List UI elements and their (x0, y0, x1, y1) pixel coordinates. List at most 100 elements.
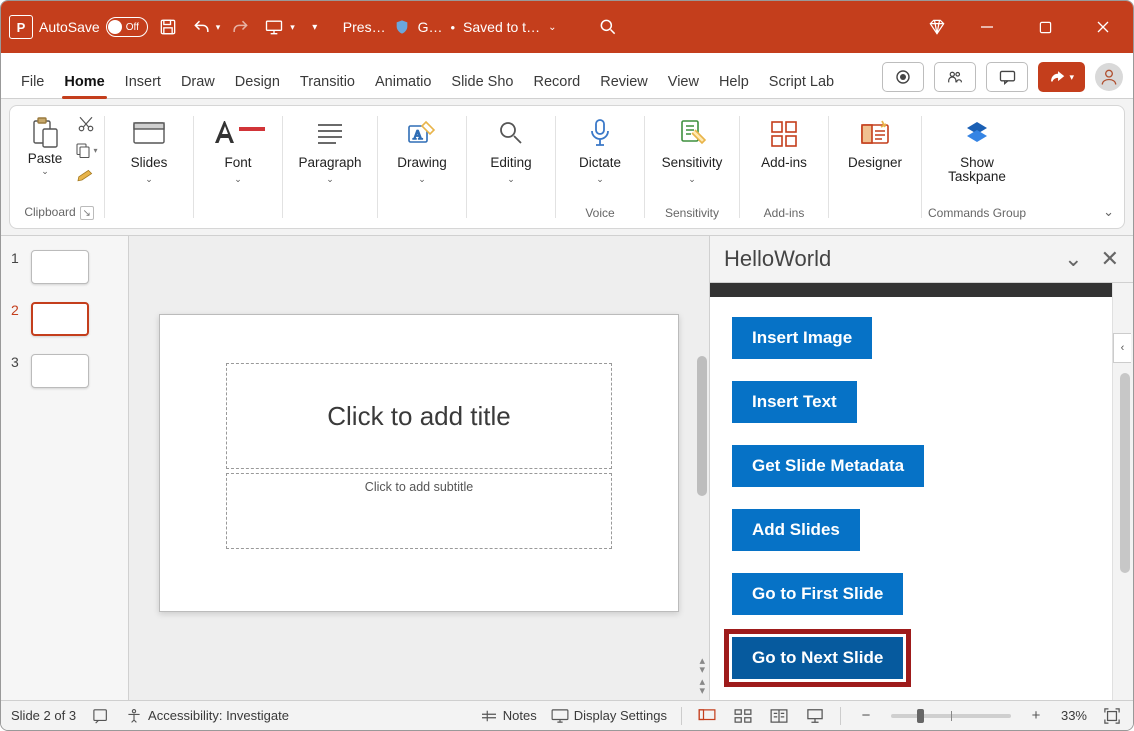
editor-scrollbar[interactable] (697, 356, 707, 496)
view-slideshow-icon[interactable] (804, 707, 826, 725)
view-normal-icon[interactable] (696, 707, 718, 725)
taskpane: HelloWorld ⌄ ✕ Insert Image Insert Text … (709, 236, 1133, 700)
ribbon-collapse-icon[interactable]: ⌄ (1103, 204, 1114, 220)
close-button[interactable] (1081, 11, 1125, 43)
insert-text-button[interactable]: Insert Text (732, 381, 857, 423)
maximize-button[interactable] (1023, 11, 1067, 43)
taskpane-collapse-icon[interactable]: ‹ (1113, 333, 1131, 363)
editing-button[interactable]: Editing⌄ (473, 112, 549, 189)
addins-button[interactable]: Add-ins (746, 112, 822, 174)
save-status-caret-icon[interactable]: ⌄ (548, 22, 556, 33)
tab-draw[interactable]: Draw (171, 64, 225, 98)
tab-animations[interactable]: Animatio (365, 64, 441, 98)
slides-button[interactable]: Slides⌄ (111, 112, 187, 189)
insert-image-button[interactable]: Insert Image (732, 317, 872, 359)
paragraph-label: Paragraph (298, 156, 361, 170)
notes-button[interactable]: Notes (480, 708, 537, 723)
tab-record[interactable]: Record (523, 64, 590, 98)
thumb-3-number: 3 (11, 354, 21, 370)
sensitivity-button[interactable]: Sensitivity⌄ (651, 112, 733, 189)
view-reading-icon[interactable] (768, 707, 790, 725)
clipboard-dialog-launcher[interactable]: ↘ (80, 206, 94, 220)
undo-icon[interactable] (188, 13, 216, 41)
minimize-button[interactable] (965, 11, 1009, 43)
tab-view[interactable]: View (658, 64, 709, 98)
share-button[interactable]: ▾ (1038, 62, 1085, 92)
workspace: 1 2 3 Click to add title Click to add su… (1, 235, 1133, 700)
sensitivity-shield-icon[interactable] (394, 19, 410, 35)
dictate-label: Dictate (579, 156, 621, 170)
zoom-out-icon[interactable]: − (855, 707, 877, 725)
tab-home[interactable]: Home (54, 64, 114, 98)
get-slide-metadata-button[interactable]: Get Slide Metadata (732, 445, 924, 487)
taskpane-scrollbar[interactable] (1120, 373, 1130, 573)
designer-button[interactable]: Designer (835, 112, 915, 174)
tab-transitions[interactable]: Transitio (290, 64, 365, 98)
title-placeholder[interactable]: Click to add title (226, 363, 612, 469)
present-from-beginning-icon[interactable] (260, 13, 288, 41)
tab-review[interactable]: Review (590, 64, 658, 98)
teams-present-button[interactable] (934, 62, 976, 92)
cut-icon[interactable] (74, 114, 98, 134)
drawing-button[interactable]: A Drawing⌄ (384, 112, 460, 189)
tab-insert[interactable]: Insert (115, 64, 171, 98)
thumb-2[interactable]: 2 (11, 302, 118, 336)
present-caret-icon[interactable]: ▾ (290, 22, 295, 33)
account-avatar[interactable] (1095, 63, 1123, 91)
tab-slideshow[interactable]: Slide Sho (441, 64, 523, 98)
recording-button[interactable] (882, 62, 924, 92)
show-taskpane-button[interactable]: ShowTaskpane (933, 112, 1021, 188)
go-to-next-slide-button[interactable]: Go to Next Slide (732, 637, 903, 679)
save-status[interactable]: Saved to t… (463, 19, 540, 35)
subtitle-placeholder[interactable]: Click to add subtitle (226, 473, 612, 549)
qat-customize-icon[interactable]: ▾ (301, 13, 329, 41)
tab-help[interactable]: Help (709, 64, 759, 98)
accessibility-status[interactable]: Accessibility: Investigate (126, 708, 289, 724)
search-icon[interactable] (594, 13, 622, 41)
tab-design[interactable]: Design (225, 64, 290, 98)
premium-diamond-icon[interactable] (923, 13, 951, 41)
slide-editor[interactable]: Click to add title Click to add subtitle… (129, 236, 709, 700)
tab-file[interactable]: File (11, 64, 54, 98)
taskpane-close-icon[interactable]: ✕ (1101, 246, 1119, 272)
addins-group-label: Add-ins (764, 206, 805, 222)
status-bar: Slide 2 of 3 Accessibility: Investigate … (1, 700, 1133, 730)
zoom-percent[interactable]: 33% (1061, 708, 1087, 723)
language-icon[interactable] (90, 707, 112, 725)
copy-icon[interactable]: ▾ (74, 140, 98, 160)
editing-label: Editing (490, 156, 531, 170)
view-sorter-icon[interactable] (732, 707, 754, 725)
paste-button[interactable]: Paste ⌄ (20, 112, 70, 181)
save-icon[interactable] (154, 13, 182, 41)
slide-thumbnails: 1 2 3 (1, 236, 129, 700)
tab-scriptlab[interactable]: Script Lab (759, 64, 844, 98)
format-painter-icon[interactable] (74, 166, 98, 186)
document-name[interactable]: Pres… (343, 19, 386, 35)
dictate-button[interactable]: Dictate⌄ (562, 112, 638, 189)
slide-counter[interactable]: Slide 2 of 3 (11, 708, 76, 723)
taskpane-header: HelloWorld ⌄ ✕ (710, 236, 1133, 282)
slide-nav-arrows[interactable]: ▴▾▴▾ (699, 657, 705, 696)
autosave-toggle[interactable]: AutoSave Off (39, 17, 148, 37)
sensitivity-label[interactable]: G… (418, 19, 443, 35)
go-to-first-slide-button[interactable]: Go to First Slide (732, 573, 903, 615)
autosave-state: Off (126, 22, 139, 33)
thumb-3[interactable]: 3 (11, 354, 118, 388)
paragraph-button[interactable]: Paragraph⌄ (289, 112, 371, 189)
slides-label: Slides (131, 156, 168, 170)
thumb-1[interactable]: 1 (11, 250, 118, 284)
fit-to-window-icon[interactable] (1101, 707, 1123, 725)
addins-label: Add-ins (761, 156, 807, 170)
comments-button[interactable] (986, 62, 1028, 92)
svg-text:A: A (413, 127, 423, 142)
sensitivity-label-text: Sensitivity (662, 156, 723, 170)
zoom-slider[interactable] (891, 714, 1011, 718)
slide-canvas[interactable]: Click to add title Click to add subtitle (159, 314, 679, 612)
zoom-in-icon[interactable]: + (1025, 707, 1047, 725)
add-slides-button[interactable]: Add Slides (732, 509, 860, 551)
font-button[interactable]: Font⌄ (200, 112, 276, 189)
redo-icon[interactable] (226, 13, 254, 41)
undo-caret-icon[interactable]: ▾ (216, 22, 221, 33)
taskpane-dropdown-icon[interactable]: ⌄ (1064, 246, 1082, 272)
display-settings-button[interactable]: Display Settings (551, 708, 667, 723)
